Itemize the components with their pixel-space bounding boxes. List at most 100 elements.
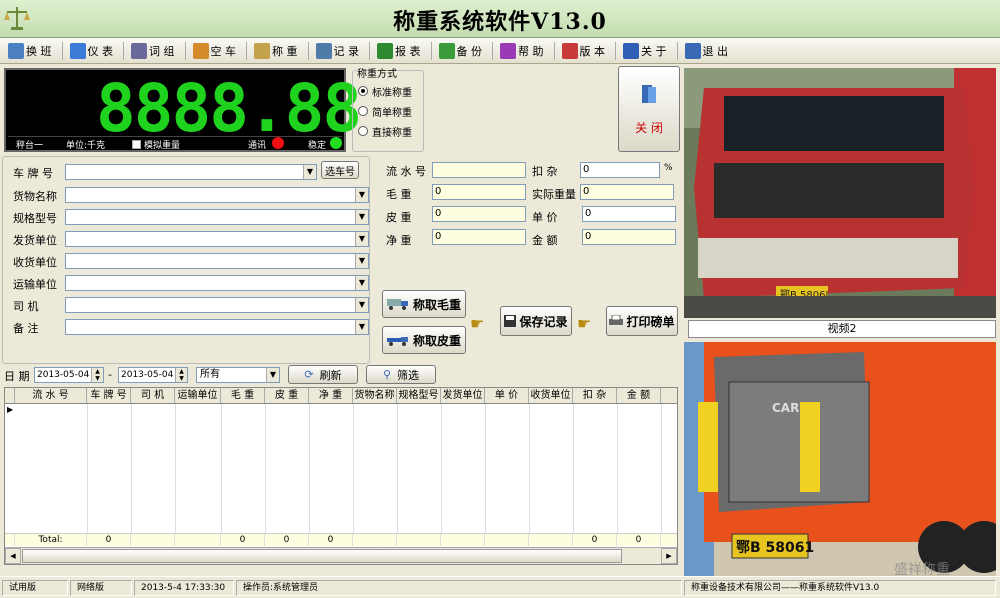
scroll-left-icon[interactable]: ◀ [5,548,21,564]
form-combo-5[interactable]: ▼ [65,297,369,313]
get-gross-button[interactable]: 称取毛重 [382,290,466,318]
grid-total-cell-13: 0 [617,534,661,546]
toolbar-label: 称 重 [272,44,298,58]
grid-column-header-4[interactable]: 毛 重 [221,388,265,403]
weigh-mode-radio-2[interactable]: 直接称重 [358,121,412,141]
save-record-button[interactable]: 保存记录 [500,306,572,336]
toolbar-button-4[interactable]: 称 重 [250,40,302,62]
grid-column-header-12[interactable]: 扣 杂 [573,388,617,403]
grid-column-header-3[interactable]: 运输单位 [175,388,221,403]
dropdown-arrow-icon[interactable]: ▼ [355,188,368,202]
dropdown-arrow-icon[interactable]: ▼ [355,276,368,290]
form-combo-0[interactable]: ▼ [65,187,369,203]
toolbar-button-10[interactable]: 关 于 [619,40,671,62]
pointing-hand-icon: ☛ [577,314,592,333]
refresh-label: 刷新 [319,368,342,382]
form-combo-2[interactable]: ▼ [65,231,369,247]
stable-label: 稳定 [308,141,327,151]
grid-column-header-10[interactable]: 单 价 [485,388,529,403]
grid-total-cell-8 [397,534,441,546]
scope-select[interactable]: 所有 ▼ [196,367,280,383]
toolbar-button-6[interactable]: 报 表 [373,40,425,62]
grid-column-header-8[interactable]: 规格型号 [397,388,441,403]
dropdown-arrow-icon[interactable]: ▼ [355,254,368,268]
toolbar-button-9[interactable]: 版 本 [558,40,610,62]
dropdown-arrow-icon[interactable]: ▼ [355,210,368,224]
date-spinner-icon[interactable]: ▲ ▼ [91,368,103,382]
date-to-input[interactable]: 2013-05-04 ▲ ▼ [118,367,188,383]
get-gross-label: 称取毛重 [412,297,461,312]
get-tare-button[interactable]: 称取皮重 [382,326,466,354]
grid-column-header-2[interactable]: 司 机 [131,388,175,403]
date-spinner-icon[interactable]: ▲ ▼ [175,368,187,382]
dropdown-arrow-icon[interactable]: ▼ [266,368,279,382]
form-combo-4[interactable]: ▼ [65,275,369,291]
dropdown-arrow-icon[interactable]: ▼ [303,165,316,179]
weigh-mode-radio-0[interactable]: 标准称重 [358,81,412,101]
simulate-checkbox[interactable]: 模拟重量 [132,138,180,151]
form-combo-3[interactable]: ▼ [65,253,369,269]
scroll-right-icon[interactable]: ▶ [661,548,677,564]
radio-dot-icon[interactable] [358,126,368,136]
current-row-indicator-icon: ▶ [7,405,14,414]
tare-input[interactable]: 0 [432,206,526,222]
radio-dot-icon[interactable] [358,86,368,96]
toolbar-button-7[interactable]: 备 份 [435,40,487,62]
toolbar-separator [307,41,309,60]
toolbar-button-5[interactable]: 记 录 [312,40,364,62]
grid-header: 流 水 号车 牌 号司 机运输单位毛 重皮 重净 重货物名称 规格型号 发货单位单 … [5,388,677,404]
grid-column-header-13[interactable]: 金 额 [617,388,661,403]
print-ticket-button[interactable]: 打印磅单 [606,306,678,336]
toolbar-label: 词 组 [149,44,175,58]
toolbar-separator [676,41,678,60]
grid-column-header-0[interactable]: 流 水 号 [15,388,87,403]
grid-column-header-7[interactable]: 货物名称 [353,388,397,403]
gross-label: 毛 重 [386,188,412,201]
deduct-input[interactable]: 0 [580,162,660,178]
filter-button[interactable]: ⚲ 筛选 [366,365,436,384]
toolbar-separator [430,41,432,60]
horizontal-scrollbar[interactable]: ◀ ▶ [5,547,677,564]
radio-dot-icon[interactable] [358,106,368,116]
dropdown-arrow-icon[interactable]: ▼ [355,320,368,334]
toolbar-label: 仪 表 [87,44,114,58]
camera-1-feed: 鄂B 5806I [684,68,996,318]
form-combo-1[interactable]: ▼ [65,209,369,225]
toolbar-button-0[interactable]: 换 班 [4,40,56,62]
checkbox-box[interactable] [132,140,141,149]
toolbar-button-8[interactable]: 帮 助 [496,40,548,62]
dropdown-arrow-icon[interactable]: ▼ [355,298,368,312]
select-plate-button[interactable]: 选车号 [321,161,359,179]
toolbar-button-1[interactable]: 仪 表 [66,40,118,62]
price-input[interactable]: 0 [582,206,676,222]
weigh-mode-radio-1[interactable]: 简单称重 [358,101,412,121]
close-button[interactable]: 关 闭 [618,66,680,152]
records-grid[interactable]: 流 水 号车 牌 号司 机运输单位毛 重皮 重净 重货物名称 规格型号 发货单位单 … [4,387,678,565]
serial-input[interactable] [432,162,526,178]
scroll-thumb[interactable] [22,549,622,563]
dropdown-arrow-icon[interactable]: ▼ [355,232,368,246]
plate-label: 车 牌 号 [13,167,53,180]
toolbar-button-2[interactable]: 词 组 [127,40,179,62]
form-label-3: 收货单位 [13,256,57,269]
form-combo-6[interactable]: ▼ [65,319,369,335]
grid-column-header-1[interactable]: 车 牌 号 [87,388,131,403]
plate-combo[interactable]: ▼ [65,164,317,180]
net-input[interactable]: 0 [432,229,526,245]
refresh-button[interactable]: ⟳ 刷新 [288,365,358,384]
scale-icon [254,42,270,59]
actual-weight-input[interactable]: 0 [580,184,674,200]
amount-input[interactable]: 0 [582,229,676,245]
comm-indicator-icon [272,137,284,149]
toolbar-label: 关 于 [641,44,667,58]
grid-column-header-5[interactable]: 皮 重 [265,388,309,403]
refresh-icon: ⟳ [304,368,314,381]
toolbar-button-11[interactable]: 退 出 [681,40,733,62]
gross-input[interactable]: 0 [432,184,526,200]
grid-column-header-9[interactable]: 发货单位 [441,388,485,403]
date-from-input[interactable]: 2013-05-04 ▲ ▼ [34,367,104,383]
toolbar-button-3[interactable]: 空 车 [189,40,241,62]
grid-column-header-6[interactable]: 净 重 [309,388,353,403]
grid-column-header-11[interactable]: 收货单位 [529,388,573,403]
printer-icon [609,315,624,325]
